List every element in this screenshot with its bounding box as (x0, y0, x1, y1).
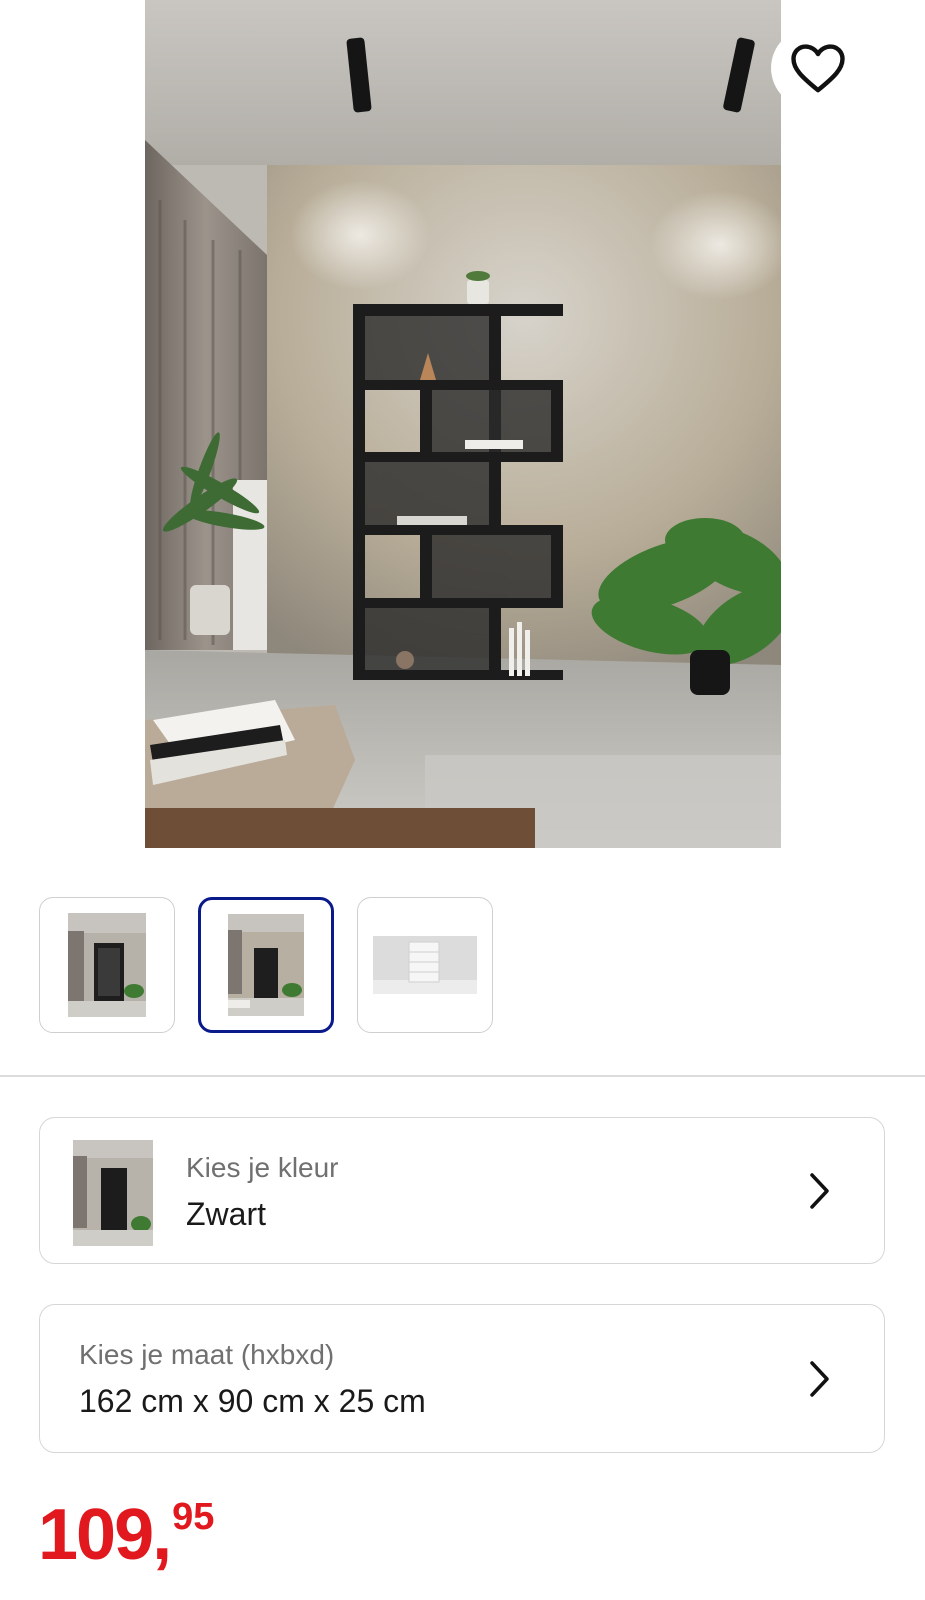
thumbnail-image (68, 913, 146, 1017)
product-main-image[interactable] (145, 0, 781, 848)
price-cents: 95 (172, 1496, 215, 1538)
thumbnail-image (228, 914, 304, 1016)
thumbnail-3[interactable] (357, 897, 493, 1033)
size-value: 162 cm x 90 cm x 25 cm (79, 1383, 426, 1419)
color-swatch-image (73, 1140, 153, 1246)
product-price: 109,95 (38, 1494, 214, 1576)
size-label: Kies je maat (hxbxd) (79, 1339, 335, 1370)
color-label: Kies je kleur (186, 1152, 339, 1183)
color-selector[interactable]: Kies je kleur Zwart (39, 1117, 885, 1264)
chevron-right-icon (810, 1172, 829, 1209)
thumbnail-1[interactable] (39, 897, 175, 1033)
thumbnail-image (373, 936, 477, 994)
size-selector[interactable]: Kies je maat (hxbxd) 162 cm x 90 cm x 25… (39, 1304, 885, 1453)
favorite-button[interactable] (771, 28, 871, 108)
thumbnail-2[interactable] (198, 897, 334, 1033)
chevron-right-icon (810, 1360, 829, 1397)
heart-outline-icon (791, 44, 845, 93)
color-value: Zwart (186, 1196, 266, 1232)
section-divider (0, 1075, 925, 1077)
price-whole: 109, (38, 1495, 172, 1575)
